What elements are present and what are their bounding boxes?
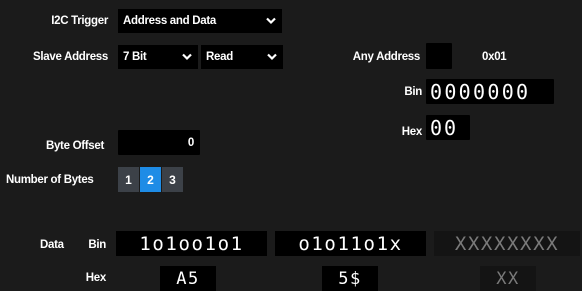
number-of-bytes-label: Number of Bytes	[6, 174, 94, 186]
data-byte-2-hex-field[interactable]: 5$	[322, 266, 378, 291]
byte-offset-input[interactable]: 0	[118, 130, 200, 155]
address-bin-field[interactable]: 0000000	[426, 79, 554, 104]
read-write-dropdown[interactable]: Read	[201, 45, 283, 69]
read-write-value: Read	[206, 51, 233, 63]
bytes-option-3[interactable]: 3	[162, 167, 183, 192]
address-hex-label: Hex	[401, 126, 423, 138]
trigger-type-value: Address and Data	[123, 15, 216, 27]
data-byte-1-bin-field[interactable]: 1o1oo1o1	[116, 231, 267, 256]
address-bin-value: 0000000	[430, 79, 531, 104]
data-byte-3-hex: XX	[496, 268, 520, 289]
any-address-toggle[interactable]	[426, 43, 452, 69]
address-bits-dropdown[interactable]: 7 Bit	[118, 45, 198, 69]
bytes-option-2[interactable]: 2	[140, 167, 161, 192]
address-bits-value: 7 Bit	[123, 51, 147, 63]
data-hex-label: Hex	[85, 272, 107, 284]
data-label: Data	[40, 239, 64, 251]
slave-address-label: Slave Address	[33, 51, 108, 63]
data-byte-2-bin: o1o11o1x	[298, 232, 403, 255]
trigger-type-dropdown[interactable]: Address and Data	[118, 9, 282, 33]
data-byte-3-hex-field[interactable]: XX	[480, 266, 536, 291]
number-of-bytes-selector: 1 2 3	[118, 167, 183, 192]
chevron-down-icon	[267, 53, 277, 61]
chevron-down-icon	[266, 17, 276, 25]
byte-offset-label: Byte Offset	[45, 140, 104, 152]
any-address-label: Any Address	[352, 51, 421, 63]
address-value: 0x01	[482, 51, 507, 63]
data-byte-2-bin-field[interactable]: o1o11o1x	[275, 231, 426, 256]
data-byte-3-bin-field[interactable]: XXXXXXXX	[434, 231, 580, 256]
byte-offset-value: 0	[187, 136, 194, 149]
address-hex-field[interactable]: 00	[426, 115, 470, 140]
bytes-option-1[interactable]: 1	[118, 167, 139, 192]
data-byte-2-hex: 5$	[338, 268, 362, 289]
address-hex-value: 00	[430, 115, 459, 140]
chevron-down-icon	[182, 53, 192, 61]
data-byte-1-hex-field[interactable]: A5	[160, 266, 216, 291]
i2c-trigger-label: I2C Trigger	[51, 15, 108, 27]
data-byte-1-bin: 1o1oo1o1	[139, 232, 244, 255]
address-bin-label: Bin	[404, 86, 422, 98]
data-bin-label: Bin	[88, 239, 106, 251]
data-byte-3-bin: XXXXXXXX	[454, 232, 560, 255]
data-byte-1-hex: A5	[176, 268, 200, 289]
